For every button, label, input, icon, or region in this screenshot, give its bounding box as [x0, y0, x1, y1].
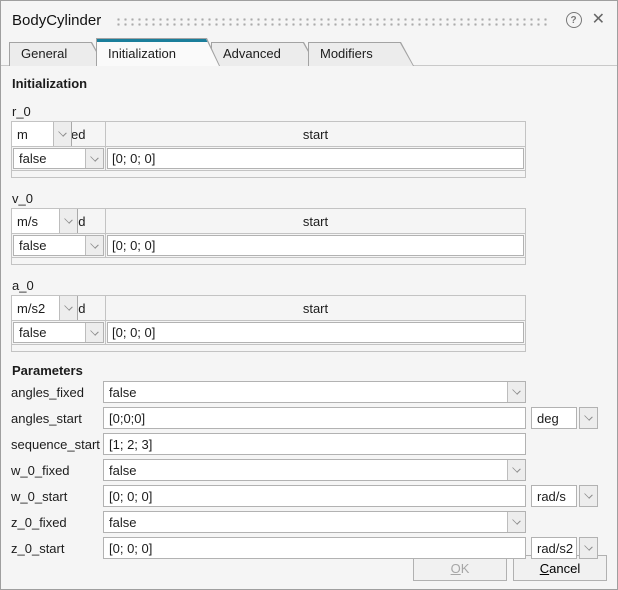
- r_0-table-scroll-area: [12, 171, 525, 177]
- angles_start-unit-combo[interactable]: deg: [531, 407, 598, 429]
- drag-handle-icon[interactable]: [115, 17, 549, 26]
- tab-advanced[interactable]: Advanced: [211, 42, 317, 66]
- chevron-down-icon[interactable]: [85, 149, 103, 168]
- chevron-down-icon[interactable]: [59, 209, 77, 233]
- title-bar: BodyCylinder ? ✕: [1, 1, 617, 37]
- group-label-r_0: r_0: [12, 104, 607, 119]
- close-icon[interactable]: ✕: [592, 12, 605, 28]
- section-title-initialization: Initialization: [12, 76, 607, 91]
- body-cylinder-dialog: BodyCylinder ? ✕ General Initialization …: [0, 0, 618, 590]
- param-row-angles_fixed: angles_fixed false: [11, 381, 607, 403]
- group-r_0: r_0 fixed m start false: [11, 104, 607, 178]
- tab-modifiers[interactable]: Modifiers: [308, 42, 414, 66]
- z_0_fixed-combo[interactable]: false: [103, 511, 526, 533]
- group-a_0: a_0 fixed m/s2 start false: [11, 278, 607, 352]
- param-row-angles_start: angles_start deg: [11, 407, 607, 429]
- group-label-a_0: a_0: [12, 278, 607, 293]
- param-label: w_0_start: [11, 489, 103, 504]
- v_0-unit-combo[interactable]: m/s: [12, 209, 78, 233]
- r_0-start-header: start: [106, 122, 525, 146]
- section-title-parameters: Parameters: [12, 363, 607, 378]
- v_0-table-header: fixed m/s start: [12, 209, 525, 234]
- param-label: angles_fixed: [11, 385, 103, 400]
- v_0-fixed-combo[interactable]: false: [13, 235, 104, 256]
- group-label-v_0: v_0: [12, 191, 607, 206]
- v_0-start-header: start: [106, 209, 525, 233]
- a_0-table: fixed m/s2 start false: [11, 295, 526, 352]
- tab-initialization[interactable]: Initialization: [96, 38, 220, 66]
- a_0-fixed-combo[interactable]: false: [13, 322, 104, 343]
- r_0-fixed-combo[interactable]: false: [13, 148, 104, 169]
- a_0-table-row: false: [12, 321, 525, 345]
- param-label: z_0_start: [11, 541, 103, 556]
- a_0-table-scroll-area: [12, 345, 525, 351]
- param-label: sequence_start: [11, 437, 103, 452]
- tab-content-initialization: Initialization r_0 fixed m start: [1, 65, 617, 589]
- param-label: w_0_fixed: [11, 463, 103, 478]
- a_0-start-header: start: [106, 296, 525, 320]
- a_0-unit-combo[interactable]: m/s2: [12, 296, 78, 320]
- r_0-start-input[interactable]: [107, 148, 524, 169]
- sequence_start-input[interactable]: [103, 433, 526, 455]
- param-row-w_0_fixed: w_0_fixed false: [11, 459, 607, 481]
- chevron-down-icon[interactable]: [579, 485, 598, 507]
- chevron-down-icon[interactable]: [579, 537, 598, 559]
- chevron-down-icon[interactable]: [507, 382, 525, 402]
- parameters-list: angles_fixed false angles_start deg sequ…: [11, 381, 607, 559]
- v_0-table: fixed m/s start false: [11, 208, 526, 265]
- tab-bar: General Initialization Advanced Modifier…: [1, 37, 617, 66]
- param-row-z_0_start: z_0_start rad/s2: [11, 537, 607, 559]
- param-label: angles_start: [11, 411, 103, 426]
- chevron-down-icon[interactable]: [579, 407, 598, 429]
- chevron-down-icon[interactable]: [59, 296, 77, 320]
- param-label: z_0_fixed: [11, 515, 103, 530]
- param-row-sequence_start: sequence_start: [11, 433, 607, 455]
- chevron-down-icon[interactable]: [85, 323, 103, 342]
- chevron-down-icon[interactable]: [53, 122, 71, 146]
- w_0_start-unit-combo[interactable]: rad/s: [531, 485, 598, 507]
- v_0-table-row: false: [12, 234, 525, 258]
- z_0_start-unit-combo[interactable]: rad/s2: [531, 537, 598, 559]
- a_0-start-input[interactable]: [107, 322, 524, 343]
- tab-general[interactable]: General: [9, 42, 105, 66]
- a_0-table-header: fixed m/s2 start: [12, 296, 525, 321]
- angles_fixed-combo[interactable]: false: [103, 381, 526, 403]
- r_0-table: fixed m start false: [11, 121, 526, 178]
- w_0_fixed-combo[interactable]: false: [103, 459, 526, 481]
- z_0_start-input[interactable]: [103, 537, 526, 559]
- r_0-table-header: fixed m start: [12, 122, 525, 147]
- chevron-down-icon[interactable]: [507, 512, 525, 532]
- param-row-w_0_start: w_0_start rad/s: [11, 485, 607, 507]
- chevron-down-icon[interactable]: [85, 236, 103, 255]
- v_0-start-input[interactable]: [107, 235, 524, 256]
- r_0-table-row: false: [12, 147, 525, 171]
- chevron-down-icon[interactable]: [507, 460, 525, 480]
- v_0-table-scroll-area: [12, 258, 525, 264]
- w_0_start-input[interactable]: [103, 485, 526, 507]
- group-v_0: v_0 fixed m/s start false: [11, 191, 607, 265]
- r_0-unit-combo[interactable]: m: [12, 122, 72, 146]
- angles_start-input[interactable]: [103, 407, 526, 429]
- param-row-z_0_fixed: z_0_fixed false: [11, 511, 607, 533]
- dialog-title: BodyCylinder: [12, 12, 101, 29]
- help-icon[interactable]: ?: [566, 12, 582, 28]
